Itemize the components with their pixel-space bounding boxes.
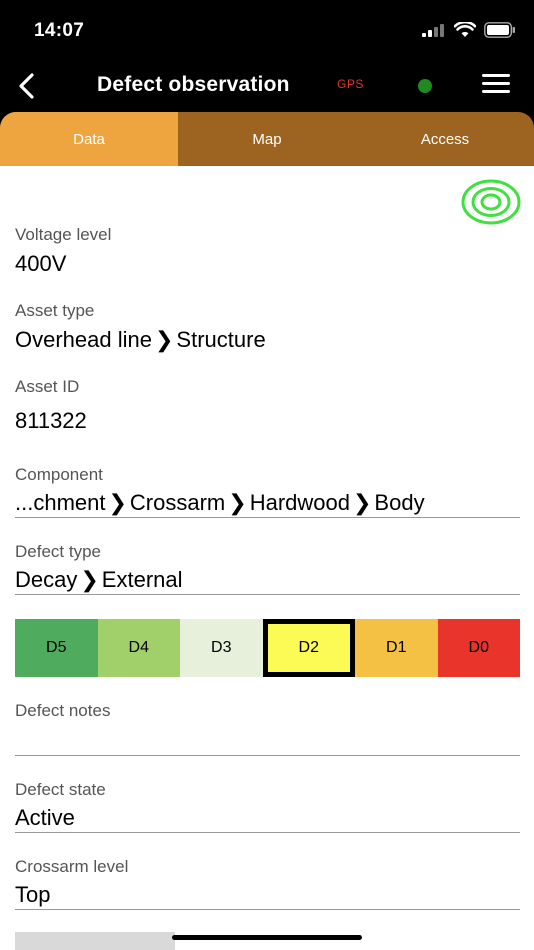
hamburger-menu-icon xyxy=(482,74,510,77)
tab-map[interactable]: Map xyxy=(178,112,356,166)
chevron-right-icon: ❯ xyxy=(352,490,372,515)
tab-access[interactable]: Access xyxy=(356,112,534,166)
chevron-left-icon xyxy=(19,73,34,99)
defect-state-field[interactable]: Active xyxy=(15,805,75,831)
chevron-right-icon: ❯ xyxy=(108,490,127,515)
voltage-level-label: Voltage level xyxy=(15,225,112,244)
defect-state-label: Defect state xyxy=(15,780,106,799)
asset-type-label: Asset type xyxy=(15,301,95,320)
component-field[interactable]: ...chment ❯ Crossarm ❯ Hardwood ❯ Body xyxy=(15,490,425,516)
defect-notes-input[interactable] xyxy=(15,726,520,754)
gps-label: GPS xyxy=(337,77,364,91)
component-underline xyxy=(15,517,520,518)
defect-type-underline xyxy=(15,594,520,595)
severity-option-d3[interactable]: D3 xyxy=(180,619,263,677)
defect-notes-label: Defect notes xyxy=(15,701,111,720)
status-bar: 14:07 xyxy=(0,0,534,60)
severity-option-d2[interactable]: D2 xyxy=(262,619,355,677)
gps-status-indicator xyxy=(418,79,432,93)
severity-option-d0[interactable]: D0 xyxy=(437,619,520,677)
defect-state-underline xyxy=(15,832,520,833)
battery-icon xyxy=(484,22,515,38)
tab-bar: Data Map Access xyxy=(0,112,534,166)
back-button[interactable] xyxy=(10,70,42,102)
navigation-bar: Defect observation GPS xyxy=(0,60,534,112)
wifi-icon xyxy=(454,22,476,37)
status-time: 14:07 xyxy=(34,20,85,41)
bottom-action-button[interactable] xyxy=(15,932,175,950)
defect-type-field[interactable]: Decay ❯ External xyxy=(15,567,183,593)
location-target-button[interactable] xyxy=(460,178,522,226)
severity-option-d5[interactable]: D5 xyxy=(15,619,98,677)
severity-option-d4[interactable]: D4 xyxy=(97,619,180,677)
crossarm-level-label: Crossarm level xyxy=(15,857,129,876)
tab-data[interactable]: Data xyxy=(0,112,178,166)
asset-id-value: 811322 xyxy=(15,408,87,433)
status-icons xyxy=(422,22,516,38)
location-target-icon xyxy=(461,179,521,225)
voltage-level-value: 400V xyxy=(15,251,67,276)
asset-type-value: Overhead line ❯ Structure xyxy=(15,327,266,352)
defect-notes-underline xyxy=(15,755,520,756)
home-indicator xyxy=(172,935,362,940)
component-label: Component xyxy=(15,465,103,484)
chevron-right-icon: ❯ xyxy=(80,567,99,592)
defect-severity-selector: D5 D4 D3 D2 D1 D0 xyxy=(15,619,520,677)
severity-option-d1[interactable]: D1 xyxy=(355,619,438,677)
crossarm-level-underline xyxy=(15,909,520,910)
chevron-right-icon: ❯ xyxy=(228,490,247,515)
page-title: Defect observation xyxy=(97,73,290,96)
asset-id-label: Asset ID xyxy=(15,377,80,396)
chevron-right-icon: ❯ xyxy=(154,327,174,352)
menu-button[interactable] xyxy=(482,74,510,98)
cellular-signal-icon xyxy=(422,24,444,37)
crossarm-level-field[interactable]: Top xyxy=(15,882,50,908)
defect-type-label: Defect type xyxy=(15,542,101,561)
